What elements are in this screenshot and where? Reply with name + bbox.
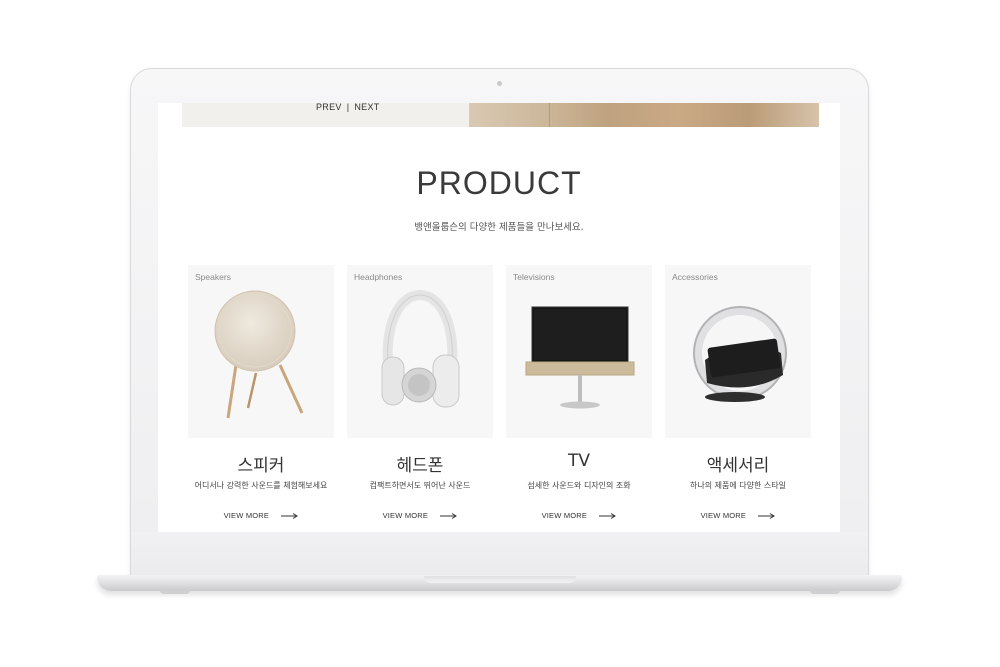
hero-pagination: PREV | NEXT: [316, 103, 380, 112]
product-description: 섬세한 사운드와 디자인의 조화: [527, 481, 631, 490]
laptop-foot: [160, 590, 190, 594]
laptop-screen: PREV | NEXT PRODUCT 뱅앤올룹슨의 다양한 제품들을 만나보세요.: [158, 103, 840, 532]
product-list: Speakers 스피커 어디서나 강력한 사운드를 체험해보세요 VIEW M…: [188, 265, 814, 525]
product-name[interactable]: 액세서리: [665, 451, 811, 476]
view-more-link[interactable]: VIEW MORE: [506, 511, 652, 520]
product-description: 어디서나 강력한 사운드를 체험해보세요: [194, 481, 328, 490]
arrow-right-icon: [599, 513, 617, 519]
product-image[interactable]: Televisions: [506, 265, 652, 438]
view-more-link[interactable]: VIEW MORE: [347, 511, 493, 520]
product-image[interactable]: Headphones: [347, 265, 493, 438]
product-card-accessories[interactable]: Accessories 액세서리 하나의 제품에 다양한 스타일 VIEW MO…: [665, 265, 811, 525]
product-description: 컴팩트하면서도 뛰어난 사운드: [369, 481, 471, 490]
prev-button[interactable]: PREV: [316, 103, 342, 112]
view-more-label: VIEW MORE: [382, 511, 429, 520]
view-more-link[interactable]: VIEW MORE: [188, 511, 334, 520]
arrow-right-icon: [281, 513, 299, 519]
product-category: Accessories: [672, 272, 718, 282]
product-name[interactable]: TV: [506, 451, 652, 471]
product-name[interactable]: 스피커: [188, 451, 334, 476]
headphones-icon: [381, 289, 460, 408]
product-image[interactable]: Accessories: [665, 265, 811, 438]
product-image[interactable]: Speakers: [188, 265, 334, 438]
view-more-link[interactable]: VIEW MORE: [665, 511, 811, 520]
product-card-headphones[interactable]: Headphones 헤드폰 컴팩트하면서도 뛰어난 사운드 VIEW MORE: [347, 265, 493, 525]
view-more-label: VIEW MORE: [223, 511, 270, 520]
accessory-icon: [693, 306, 787, 402]
product-category: Speakers: [195, 272, 231, 282]
product-card-speakers[interactable]: Speakers 스피커 어디서나 강력한 사운드를 체험해보세요 VIEW M…: [188, 265, 334, 525]
section-title: PRODUCT: [416, 165, 582, 201]
view-more-label: VIEW MORE: [541, 511, 588, 520]
product-description: 하나의 제품에 다양한 스타일: [690, 481, 786, 490]
nav-separator: |: [346, 103, 350, 112]
next-button[interactable]: NEXT: [354, 103, 379, 112]
television-icon: [525, 306, 635, 409]
laptop-foot: [810, 590, 840, 594]
product-category: Headphones: [354, 272, 403, 282]
hero-banner: PREV | NEXT: [182, 103, 819, 127]
arrow-right-icon: [440, 513, 458, 519]
camera-icon: [497, 81, 502, 86]
hero-image: [469, 103, 819, 127]
screen-bezel: [131, 532, 868, 576]
section-subtitle: 뱅앤올룹슨의 다양한 제품들을 만나보세요.: [414, 222, 584, 233]
view-more-label: VIEW MORE: [700, 511, 747, 520]
product-card-televisions[interactable]: Televisions TV 섬세한 사운드와 디자인의 조화 VIEW MOR…: [506, 265, 652, 525]
arrow-right-icon: [758, 513, 776, 519]
laptop-notch: [424, 576, 576, 583]
product-name[interactable]: 헤드폰: [347, 451, 493, 476]
speaker-icon: [214, 290, 304, 419]
product-category: Televisions: [513, 272, 555, 282]
